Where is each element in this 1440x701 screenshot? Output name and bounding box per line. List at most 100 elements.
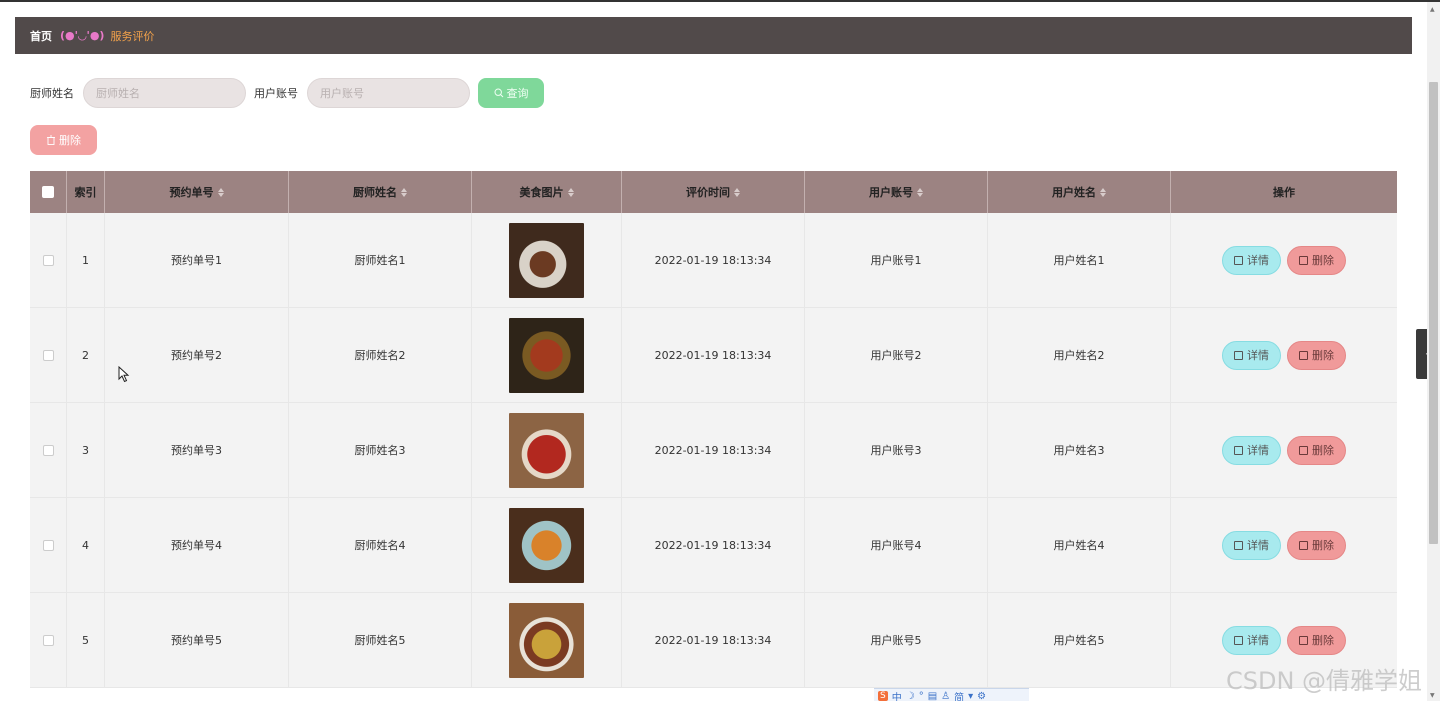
delete-button-label: 删除 xyxy=(1312,635,1334,647)
detail-button[interactable]: 详情 xyxy=(1222,435,1281,465)
query-button[interactable]: 查询 xyxy=(478,78,544,108)
sort-icon[interactable] xyxy=(917,187,923,197)
ime-mode-chinese[interactable]: 中 xyxy=(892,689,902,701)
row-select-cell xyxy=(30,498,67,592)
header-index: 索引 xyxy=(67,171,105,213)
food-image[interactable] xyxy=(509,412,584,488)
chef-cell: 厨师姓名3 xyxy=(289,403,472,497)
row-select-cell xyxy=(30,403,67,497)
chef-name-input[interactable] xyxy=(83,78,246,108)
header-image[interactable]: 美食图片 xyxy=(472,171,622,213)
delete-button[interactable]: 删除 xyxy=(1287,340,1346,370)
user-account-input[interactable] xyxy=(307,78,470,108)
header-account-label: 用户账号 xyxy=(869,186,913,199)
ime-mode-simplified[interactable]: 简 xyxy=(954,689,964,701)
detail-button-label: 详情 xyxy=(1247,350,1269,362)
food-image[interactable] xyxy=(509,507,584,583)
review-table: 索引 预约单号 厨师姓名 美食图片 评价时间 用户账号 用户姓名 操作 1 预约… xyxy=(30,171,1397,701)
delete-button[interactable]: 删除 xyxy=(1287,625,1346,655)
punctuation-icon[interactable]: ° xyxy=(919,691,924,701)
time-cell: 2022-01-19 18:13:34 xyxy=(622,308,805,402)
chef-name-label: 厨师姓名 xyxy=(30,87,74,100)
header-username[interactable]: 用户姓名 xyxy=(988,171,1171,213)
select-all-checkbox[interactable] xyxy=(42,186,54,198)
row-select-cell xyxy=(30,593,67,687)
sort-icon[interactable] xyxy=(567,187,574,197)
page-scrollbar[interactable]: ▲ ▼ xyxy=(1427,2,1440,701)
chef-cell: 厨师姓名4 xyxy=(289,498,472,592)
sort-icon[interactable] xyxy=(401,187,407,197)
table-row: 2 预约单号2 厨师姓名2 2022-01-19 18:13:34 用户账号2 … xyxy=(30,308,1397,403)
header-chef-label: 厨师姓名 xyxy=(353,186,397,199)
table-header: 索引 预约单号 厨师姓名 美食图片 评价时间 用户账号 用户姓名 操作 xyxy=(30,171,1397,213)
row-checkbox[interactable] xyxy=(42,254,54,266)
actions-cell: 详情 删除 xyxy=(1171,213,1397,307)
row-checkbox[interactable] xyxy=(42,349,54,361)
keyboard-icon[interactable]: ▤ xyxy=(928,691,937,701)
time-cell: 2022-01-19 18:13:34 xyxy=(622,213,805,307)
header-order[interactable]: 预约单号 xyxy=(105,171,289,213)
batch-delete-label: 删除 xyxy=(59,135,81,147)
table-row: 4 预约单号4 厨师姓名4 2022-01-19 18:13:34 用户账号4 … xyxy=(30,498,1397,593)
table-row: 3 预约单号3 厨师姓名3 2022-01-19 18:13:34 用户账号3 … xyxy=(30,403,1397,498)
delete-button-label: 删除 xyxy=(1312,350,1334,362)
sort-icon[interactable] xyxy=(217,187,224,197)
breadcrumb-emoticon: (●'◡'●) xyxy=(60,29,105,42)
gear-icon[interactable]: ⚙ xyxy=(977,691,986,701)
scrollbar-thumb[interactable] xyxy=(1429,82,1438,544)
row-checkbox[interactable] xyxy=(42,444,54,456)
trash-icon xyxy=(1299,350,1308,360)
header-time[interactable]: 评价时间 xyxy=(622,171,805,213)
image-cell xyxy=(472,213,622,307)
row-select-cell xyxy=(30,213,67,307)
detail-button-label: 详情 xyxy=(1247,445,1269,457)
user-icon[interactable]: ♙ xyxy=(941,691,950,701)
sort-icon[interactable] xyxy=(734,187,740,197)
detail-button-label: 详情 xyxy=(1247,540,1269,552)
time-cell: 2022-01-19 18:13:34 xyxy=(622,498,805,592)
delete-button[interactable]: 删除 xyxy=(1287,435,1346,465)
row-checkbox[interactable] xyxy=(42,634,54,646)
detail-button[interactable]: 详情 xyxy=(1222,530,1281,560)
skin-icon[interactable]: ▾ xyxy=(968,691,973,701)
index-cell: 2 xyxy=(67,308,105,402)
table-body: 1 预约单号1 厨师姓名1 2022-01-19 18:13:34 用户账号1 … xyxy=(30,213,1397,688)
food-image[interactable] xyxy=(509,222,584,298)
trash-icon xyxy=(1299,255,1308,265)
sort-icon[interactable] xyxy=(1100,187,1106,197)
time-cell: 2022-01-19 18:13:34 xyxy=(622,593,805,687)
batch-delete-button[interactable]: 删除 xyxy=(30,125,97,155)
detail-button[interactable]: 详情 xyxy=(1222,340,1281,370)
chef-cell: 厨师姓名1 xyxy=(289,213,472,307)
trash-icon xyxy=(47,135,55,145)
order-cell: 预约单号1 xyxy=(105,213,289,307)
header-time-label: 评价时间 xyxy=(686,186,730,199)
ime-toolbar[interactable]: S 中 ☽ ° ▤ ♙ 简 ▾ ⚙ xyxy=(874,688,1029,701)
index-cell: 3 xyxy=(67,403,105,497)
detail-button[interactable]: 详情 xyxy=(1222,625,1281,655)
header-account[interactable]: 用户账号 xyxy=(805,171,988,213)
delete-button[interactable]: 删除 xyxy=(1287,530,1346,560)
chef-cell: 厨师姓名5 xyxy=(289,593,472,687)
detail-button[interactable]: 详情 xyxy=(1222,245,1281,275)
delete-button-label: 删除 xyxy=(1312,540,1334,552)
food-image[interactable] xyxy=(509,317,584,393)
breadcrumb: 首页 (●'◡'●) 服务评价 xyxy=(15,17,1412,54)
header-chef[interactable]: 厨师姓名 xyxy=(289,171,472,213)
chef-cell: 厨师姓名2 xyxy=(289,308,472,402)
delete-button[interactable]: 删除 xyxy=(1287,245,1346,275)
ime-logo-icon: S xyxy=(878,691,888,701)
app-frame: 首页 (●'◡'●) 服务评价 厨师姓名 用户账号 查询 删除 索引 预约单号 … xyxy=(0,0,1440,701)
moon-icon[interactable]: ☽ xyxy=(906,691,915,701)
document-icon xyxy=(1234,635,1243,645)
breadcrumb-home[interactable]: 首页 xyxy=(30,28,52,44)
header-username-label: 用户姓名 xyxy=(1052,186,1096,199)
food-image[interactable] xyxy=(509,602,584,678)
search-icon xyxy=(493,88,503,98)
scroll-down-arrow-icon[interactable]: ▼ xyxy=(1430,692,1435,699)
document-icon xyxy=(1234,445,1243,455)
row-checkbox[interactable] xyxy=(42,539,54,551)
order-cell: 预约单号4 xyxy=(105,498,289,592)
scroll-up-arrow-icon[interactable]: ▲ xyxy=(1430,6,1435,13)
account-cell: 用户账号1 xyxy=(805,213,988,307)
